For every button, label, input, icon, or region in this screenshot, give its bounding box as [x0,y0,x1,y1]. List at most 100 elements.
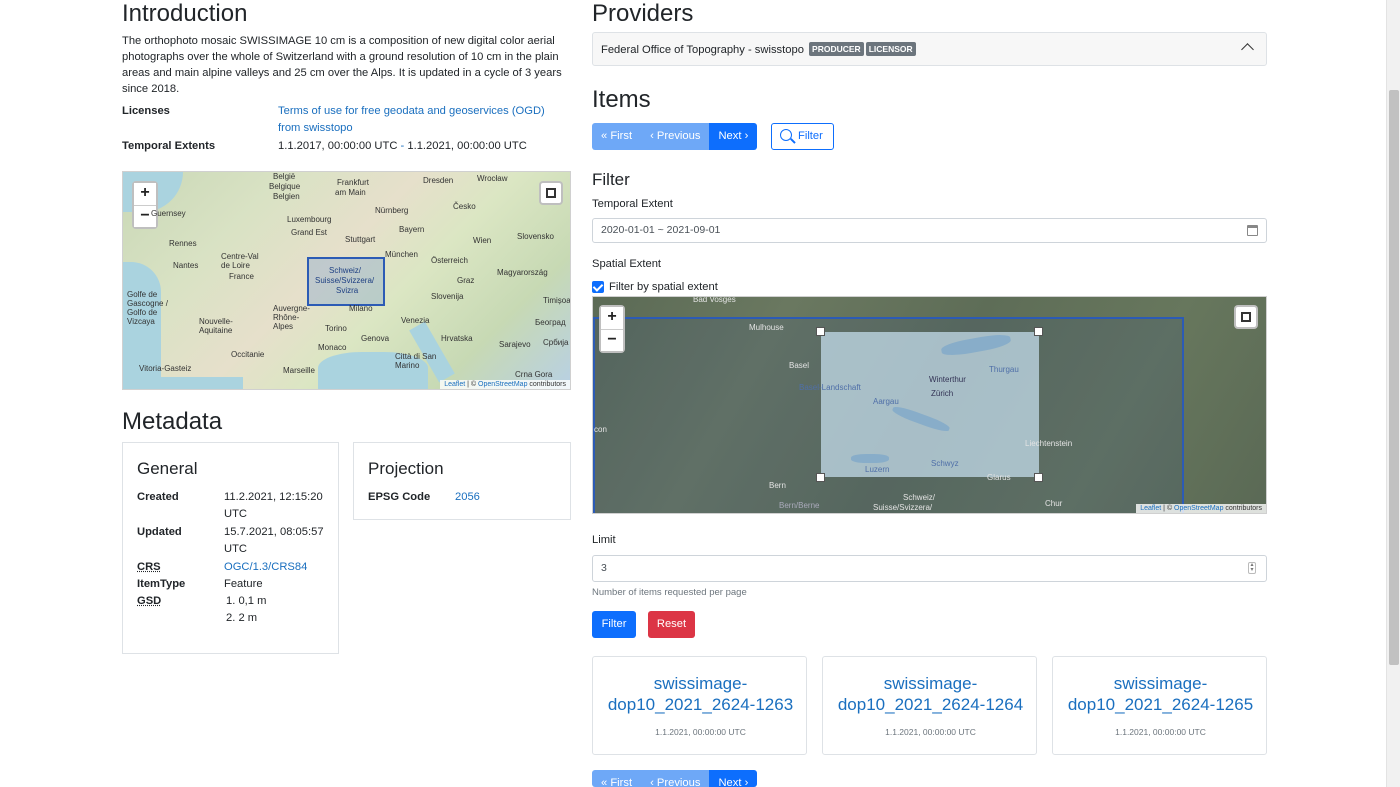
items-heading: Items [592,86,651,113]
crs-label: CRS [137,561,161,573]
zoom-control: + − [132,181,158,229]
lake-area [851,454,889,463]
map-label: Winterthur [929,375,966,384]
temporal-end: 1.1.2021, 00:00:00 UTC [407,140,527,152]
licenses-row: Licenses Terms of use for free geodata a… [122,103,571,137]
projection-heading: Projection [368,459,444,478]
spatial-extent-label: Spatial Extent [592,258,662,270]
crs-link[interactable]: OGC/1.3/CRS84 [224,559,307,576]
osm-link[interactable]: OpenStreetMap [478,381,527,388]
pager-previous[interactable]: ‹ Previous [641,770,710,787]
temporal-start: 1.1.2017, 00:00:00 UTC [278,140,398,152]
spatial-filter-map[interactable]: Bad Vosges Mulhouse Basel Basel-Landscha… [592,296,1267,514]
chevron-up-icon[interactable] [1241,43,1254,56]
temporal-extents-row: Temporal Extents 1.1.2017, 00:00:00 UTC … [122,138,571,155]
map-label: Nürnberg [375,206,409,215]
map-label: Luxembourg [287,215,332,224]
map-label: Sarajevo [499,340,531,349]
item-title-link[interactable]: swissimage-dop10_2021_2624-1263 [593,673,808,715]
temporal-separator: - [397,140,408,152]
provider-name: Federal Office of Topography - swisstopo [601,44,804,56]
item-title-link[interactable]: swissimage-dop10_2021_2624-1265 [1053,673,1268,715]
map-label: Golfe de Gascogne / Golfo de Vizcaya [127,290,168,326]
map-label: Bad Vosges [693,296,736,304]
map-label: Nouvelle-Aquitaine [199,317,233,335]
item-date: 1.1.2021, 00:00:00 UTC [885,727,976,737]
pager-first[interactable]: « First [592,770,642,787]
map-label: Venezia [401,316,430,325]
map-label: Schwyz [931,459,959,468]
zoom-in-button[interactable]: + [601,307,623,329]
spinner-icon[interactable]: ▴ ▾ [1248,562,1256,574]
map-label: München [385,250,418,259]
resize-handle[interactable] [1034,473,1043,482]
zoom-in-button[interactable]: + [134,183,156,205]
resize-handle[interactable] [816,473,825,482]
leaflet-link[interactable]: Leaflet [444,381,465,388]
item-date: 1.1.2021, 00:00:00 UTC [1115,727,1206,737]
map-label: Graz [457,276,475,285]
created-value-utc: UTC [224,508,247,520]
created-label: Created [137,491,179,503]
limit-label: Limit [592,534,616,546]
licensor-badge: LICENSOR [865,42,916,56]
temporal-extent-value: 2020-01-01 ~ 2021-09-01 [601,224,721,236]
epsg-link[interactable]: 2056 [455,489,480,506]
map-label: Rennes [169,239,197,248]
updated-value-utc: UTC [224,543,247,555]
general-heading: General [137,459,198,478]
item-card[interactable]: swissimage-dop10_2021_2624-1263 1.1.2021… [592,656,807,755]
map-label: Milano [349,304,373,313]
zoom-out-button[interactable]: − [601,329,623,351]
filter-toggle-button[interactable]: Filter [771,123,834,150]
map-label: Slovensko [517,232,554,241]
fullscreen-button[interactable] [1234,305,1258,329]
map-label: Occitanie [231,350,265,359]
producer-badge: PRODUCER [809,42,864,56]
itemtype-value: Feature [224,578,263,590]
map-label: Thurgau [989,365,1019,374]
map-label: Bern/Berne [779,501,820,510]
pager-first[interactable]: « First [592,123,642,150]
licenses-link[interactable]: Terms of use for free geodata and geoser… [278,103,568,137]
limit-input[interactable]: 3 ▴ ▾ [592,555,1267,582]
item-title-part: dop10_2021_2624-1263 [607,695,794,714]
calendar-icon[interactable] [1247,225,1258,236]
map-label: Centre-Val de Loire [221,252,259,270]
item-title-link[interactable]: swissimage-dop10_2021_2624-1264 [823,673,1038,715]
selected-bbox[interactable] [821,332,1039,477]
attribution-suffix: contributors [527,381,566,388]
lake-area [940,332,1012,358]
filter-reset-button[interactable]: Reset [648,611,695,638]
item-card[interactable]: swissimage-dop10_2021_2624-1264 1.1.2021… [822,656,1037,755]
spatial-filter-checkbox[interactable] [592,281,604,293]
item-title-part: dop10_2021_2624-1265 [1067,695,1254,714]
map-label: Österreich [431,256,468,265]
map-label: Torino [325,324,347,333]
pager-next[interactable]: Next › [709,770,758,787]
map-label: Timișoara [543,296,571,305]
leaflet-link[interactable]: Leaflet [1140,505,1161,512]
resize-handle[interactable] [1034,327,1043,336]
item-card[interactable]: swissimage-dop10_2021_2624-1265 1.1.2021… [1052,656,1267,755]
pager-next[interactable]: Next › [709,123,758,150]
attribution-separator: | © [1161,505,1175,512]
pager-previous[interactable]: ‹ Previous [641,123,710,150]
itemtype-label: ItemType [137,578,186,590]
osm-link[interactable]: OpenStreetMap [1174,505,1223,512]
spatial-filter-checkbox-label[interactable]: Filter by spatial extent [609,281,718,293]
page-scrollbar[interactable] [1386,0,1400,787]
filter-heading: Filter [592,170,630,189]
map-label: Vitoria-Gasteiz [139,364,192,373]
map-label: Stuttgart [345,235,376,244]
extent-map[interactable]: + − België Belgique Belgien Frankfurt am… [122,171,571,390]
temporal-extent-input[interactable]: 2020-01-01 ~ 2021-09-01 [592,218,1267,243]
provider-accordion[interactable]: Federal Office of Topography - swisstopo… [592,32,1267,66]
scrollbar-thumb[interactable] [1389,90,1399,665]
gsd-label: GSD [137,595,162,607]
resize-handle[interactable] [816,327,825,336]
fullscreen-button[interactable] [539,181,563,205]
filter-submit-button[interactable]: Filter [592,611,636,638]
gsd-value-1: 1. 0,1 m [226,595,267,607]
gsd-value-2: 2. 2 m [226,612,258,624]
